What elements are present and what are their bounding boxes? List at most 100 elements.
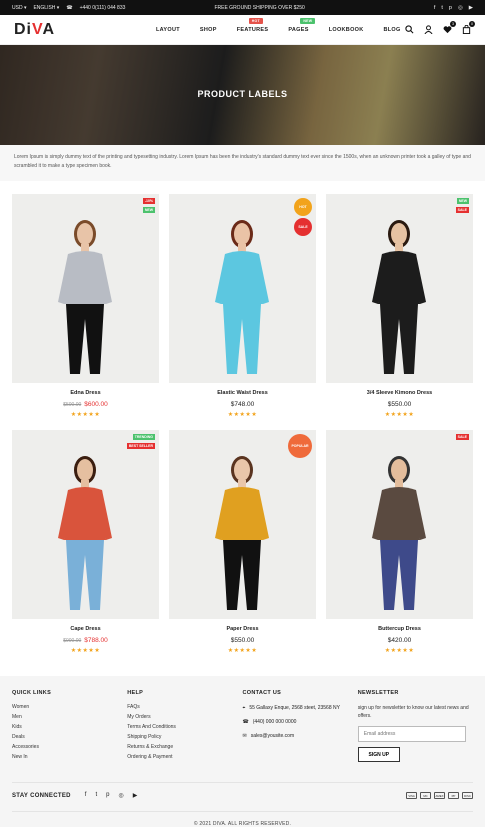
payment-icon: VISA — [406, 792, 417, 799]
account-icon[interactable] — [424, 25, 433, 35]
product-name[interactable]: Edna Dress — [12, 390, 159, 396]
nav-badge: NEW — [300, 17, 316, 24]
instagram-icon[interactable]: ◎ — [118, 792, 123, 799]
product-label: BEST SELLER — [126, 443, 155, 449]
product-card[interactable]: POPULAR Paper Dress $550.00 ★★★★★ — [169, 430, 316, 666]
help-title: HELP — [127, 690, 144, 696]
product-name[interactable]: Paper Dress — [169, 626, 316, 632]
product-image[interactable]: SALE — [326, 430, 473, 619]
search-icon[interactable] — [405, 25, 414, 34]
nav-item-features[interactable]: FEATURES HOT — [237, 17, 269, 33]
instagram-icon[interactable]: ◎ — [458, 5, 463, 11]
quick-link[interactable]: Women — [12, 704, 127, 710]
help-links: HELP FAQs My Orders Terms And Conditions Sh… — [127, 690, 242, 764]
product-card[interactable]: TRENDING BEST SELLER Cape Dress $900.00 $788… — [12, 430, 159, 666]
product-image[interactable]: NEW SALE — [326, 194, 473, 383]
rating-stars: ★★★★★ — [227, 648, 258, 654]
location-icon: ⌖ — [242, 705, 246, 711]
logo[interactable]: DiVA — [14, 21, 134, 39]
product-price: $420.00 — [326, 637, 473, 644]
intro-text: Lorem Ipsum is simply dummy text of the … — [0, 145, 485, 181]
wishlist-icon[interactable]: 3 — [443, 21, 456, 34]
quick-links-title: QUICK LINKS — [12, 690, 52, 696]
help-link[interactable]: Returns & Exchange — [127, 744, 242, 750]
nav-item-blog[interactable]: BLOG — [384, 27, 401, 33]
product-price: $500.00 $600.00 — [12, 401, 159, 408]
payment-icon: DISC — [462, 792, 473, 799]
copyright: © 2021 DIVA. ALL RIGHTS RESERVED. — [12, 811, 473, 827]
product-price: $550.00 — [326, 401, 473, 408]
quick-link[interactable]: Deals — [12, 734, 127, 740]
product-label: TRENDING — [132, 434, 155, 440]
rating-stars: ★★★★★ — [227, 412, 258, 418]
product-name[interactable]: 3/4 Sleeve Kimono Dress — [326, 390, 473, 396]
cart-icon[interactable]: 0 — [462, 21, 475, 35]
nav-item-shop[interactable]: SHOP — [200, 27, 217, 33]
newsletter-email-input[interactable] — [357, 726, 466, 742]
quick-links: QUICK LINKS Women Men Kids Deals Accessories… — [12, 690, 127, 764]
old-price: $900.00 — [63, 638, 82, 644]
facebook-icon[interactable]: f — [85, 792, 87, 799]
product-label: NEW — [142, 207, 155, 213]
page-title: PRODUCT LABELS — [197, 89, 288, 99]
logo-accent: V — [32, 20, 43, 38]
payment-icon: PP — [448, 792, 459, 799]
shipping-notice: FREE GROUND SHIPPING OVER $250 — [214, 4, 305, 11]
product-card[interactable]: NEW SALE 3/4 Sleeve Kimono Dress $550.00 ★★★… — [326, 194, 473, 430]
price-value: $420.00 — [387, 637, 412, 644]
help-link[interactable]: Terms And Conditions — [127, 724, 242, 730]
help-link[interactable]: FAQs — [127, 704, 242, 710]
youtube-icon[interactable]: ▶ — [469, 5, 473, 11]
sale-price: $600.00 — [84, 401, 108, 408]
youtube-icon[interactable]: ▶ — [133, 792, 138, 799]
product-circle-label: HOT — [294, 198, 312, 216]
signup-button[interactable]: SIGN UP — [357, 747, 400, 762]
product-image[interactable]: -10% NEW — [12, 194, 159, 383]
currency-select[interactable]: USD ▾ — [12, 5, 26, 11]
product-name[interactable]: Cape Dress — [12, 626, 159, 632]
twitter-icon[interactable]: t — [441, 5, 443, 11]
contact-us: CONTACT US ⌖ 55 Gallaxy Enque, 2568 steet… — [243, 690, 358, 764]
product-label: -10% — [142, 198, 155, 204]
pinterest-icon[interactable]: p — [106, 792, 109, 799]
product-name[interactable]: Elastic Waist Dress — [169, 390, 316, 396]
nav-item-pages[interactable]: PAGES NEW — [288, 17, 316, 33]
nav-item-lookbook[interactable]: LOOKBOOK — [329, 27, 364, 33]
help-link[interactable]: My Orders — [127, 714, 242, 720]
help-link[interactable]: Ordering & Payment — [127, 754, 242, 760]
contact-phone: (440) 000 000 0000 — [252, 719, 297, 725]
product-image[interactable]: POPULAR — [169, 430, 316, 619]
product-price: $748.00 — [169, 401, 316, 408]
phone-icon: ☎ — [242, 719, 249, 725]
top-social-links: f t p ◎ ▶ — [434, 5, 473, 11]
product-card[interactable]: HOT SALE Elastic Waist Dress $748.00 ★★★★★ — [169, 194, 316, 430]
sale-price: $788.00 — [84, 637, 108, 644]
language-select[interactable]: ENGLISH ▾ — [33, 5, 59, 11]
product-price: $550.00 — [169, 637, 316, 644]
contact-address: 55 Gallaxy Enque, 2568 steet, 23568 NY — [249, 705, 340, 711]
footer: QUICK LINKS Women Men Kids Deals Accessories… — [0, 676, 485, 827]
quick-link[interactable]: New In — [12, 754, 127, 760]
phone-icon: ☎ — [66, 4, 73, 11]
twitter-icon[interactable]: t — [95, 792, 97, 799]
product-card[interactable]: SALE Buttercup Dress $420.00 ★★★★★ — [326, 430, 473, 666]
quick-link[interactable]: Men — [12, 714, 127, 720]
quick-link[interactable]: Accessories — [12, 744, 127, 750]
main-nav: LAYOUT SHOP FEATURES HOT PAGES NEW LOOKBOOK BLO… — [156, 17, 401, 33]
product-name[interactable]: Buttercup Dress — [326, 626, 473, 632]
product-image[interactable]: TRENDING BEST SELLER — [12, 430, 159, 619]
product-label: SALE — [455, 434, 469, 440]
facebook-icon[interactable]: f — [434, 5, 436, 11]
product-image[interactable]: HOT SALE — [169, 194, 316, 383]
pinterest-icon[interactable]: p — [449, 5, 452, 11]
product-circle-label: POPULAR — [288, 434, 312, 458]
contact-email[interactable]: sales@yousite.com — [251, 732, 294, 740]
product-card[interactable]: -10% NEW Edna Dress $500.00 $600.00 ★★★★★ — [12, 194, 159, 430]
quick-link[interactable]: Kids — [12, 724, 127, 730]
nav-item-layout[interactable]: LAYOUT — [156, 27, 180, 33]
newsletter-text: sign up for newsletter to know our lates… — [357, 705, 469, 719]
product-price: $900.00 $788.00 — [12, 637, 159, 644]
help-link[interactable]: Shipping Policy — [127, 734, 242, 740]
newsletter-title: NEWSLETTER — [357, 690, 399, 696]
rating-stars: ★★★★★ — [384, 648, 415, 654]
